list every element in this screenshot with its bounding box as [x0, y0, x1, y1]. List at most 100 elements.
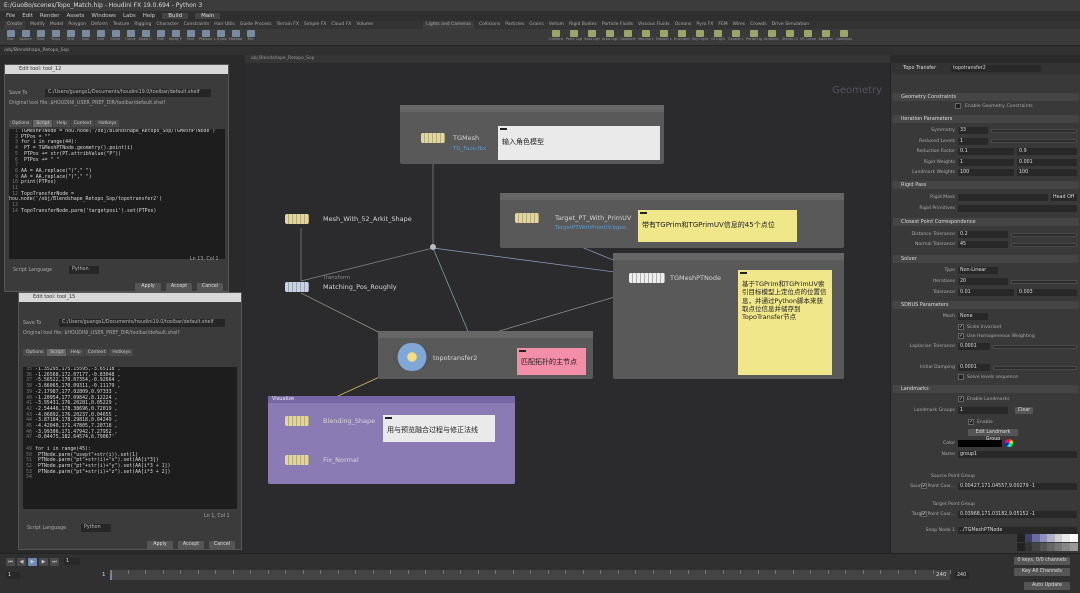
group-enable-checkbox[interactable]: ✓ [968, 419, 974, 425]
scale-invariant-checkbox[interactable]: ✓ [958, 324, 964, 330]
shelf-tool-button[interactable]: Area Light [602, 30, 618, 44]
color-swatch[interactable] [958, 440, 1002, 447]
shelf-tool-button[interactable]: Path [154, 30, 167, 44]
sticky-topo-main[interactable]: 匹配拓扑的主节点 [517, 348, 586, 375]
tolerance-field-1[interactable]: 0.01 [958, 289, 1014, 296]
sticky-preview[interactable]: 用与预览融合过程与修正法线 [383, 415, 495, 442]
shelf-tab[interactable]: Grains [529, 21, 544, 29]
shelf-tool-button[interactable]: Spray Paint [169, 30, 182, 44]
shelf-tool-button[interactable]: Environment Light [674, 30, 690, 44]
tab-script[interactable]: Script [33, 120, 53, 127]
shelf-tool-button[interactable]: Point Light [566, 30, 582, 44]
enable-geo-checkbox[interactable] [955, 103, 961, 109]
tab-options[interactable]: Options [23, 349, 47, 356]
keys-channels-button[interactable]: 0 keys, 0/0 channels [1014, 557, 1070, 565]
shelf-tool-button[interactable]: Grid [64, 30, 77, 44]
menu-render[interactable]: Render [40, 13, 60, 19]
tool-editor-1-lang[interactable]: Python [69, 266, 99, 274]
solver-type-menu[interactable]: Non-Linear [958, 267, 998, 274]
shelf-tab[interactable]: Collisions [479, 21, 500, 29]
shelf-tool-button[interactable]: Metaball [229, 30, 242, 44]
node-tgmesh[interactable] [421, 133, 445, 143]
shelf-tab[interactable]: Volume [356, 21, 373, 29]
node-topotransfer[interactable] [393, 343, 431, 371]
normal-tol-field[interactable]: 45 [958, 241, 1008, 248]
shelf-tool-button[interactable]: File [244, 30, 257, 44]
color-wheel-icon[interactable] [1005, 439, 1013, 447]
name-field[interactable]: group1 [958, 451, 1077, 458]
tool-editor-2-code[interactable]: 35 -1.35295,175.15595,-3.65118 , 36 -1.2656… [23, 367, 237, 509]
shelf-tab[interactable]: Drive Simulation [772, 21, 809, 29]
shelf-tab[interactable]: Rigid Bodies [569, 21, 597, 29]
iter-param-field-2[interactable]: 0.001 [1017, 158, 1077, 166]
mesh-menu[interactable]: None [958, 313, 988, 320]
param-node-name[interactable]: topotransfer2 [951, 65, 1041, 72]
node-matching[interactable] [285, 282, 309, 292]
node-mesh52[interactable] [285, 214, 309, 224]
tab-hotkeys[interactable]: Hotkeys [95, 120, 120, 127]
homogeneous-checkbox[interactable]: ✓ [958, 333, 964, 339]
iterations-field[interactable]: 20 [958, 278, 1008, 285]
tool-editor-1-code[interactable]: 1 TGMeshPTNode = hou.node('/obj/Blendshap… [9, 129, 225, 259]
apply-button[interactable]: Apply [147, 541, 173, 549]
shelf-tab[interactable]: Rigging [134, 21, 151, 29]
section-landmarks[interactable]: Landmarks [893, 385, 1079, 393]
section-closest[interactable]: Closest Point Correspondence [893, 218, 1079, 226]
key-all-channels-button[interactable]: Key All Channels [1014, 568, 1070, 576]
shelf-tool-button[interactable]: Circle [109, 30, 122, 44]
shelf-tool-button[interactable]: Distant Light [656, 30, 672, 44]
shelf-tool-button[interactable]: Null [79, 30, 92, 44]
tab-context[interactable]: Context [70, 120, 95, 127]
shelf-tab[interactable]: Wires [733, 21, 745, 29]
tab-options[interactable]: Options [9, 120, 33, 127]
shelf-tool-button[interactable]: Curve [124, 30, 137, 44]
iter-param-slider[interactable] [991, 128, 1077, 133]
color-palette[interactable] [1017, 534, 1078, 552]
shelf-tool-button[interactable]: GI Light [710, 30, 726, 44]
normal-tol-slider[interactable] [1011, 243, 1077, 247]
tool-editor-2-lang[interactable]: Python [81, 524, 111, 532]
tab-context[interactable]: Context [84, 349, 109, 356]
shelf-tool-button[interactable]: Draw Curve [139, 30, 152, 44]
landmark-groups-field[interactable]: 1 [958, 407, 1008, 414]
shelf-tab[interactable]: Simple FX [304, 21, 326, 29]
network-path[interactable]: obj Blendshape_Retopo_Sop [251, 56, 314, 61]
shelf-tab[interactable]: Model [50, 21, 64, 29]
play-icon[interactable]: ▶ [28, 558, 37, 566]
iter-param-field[interactable]: 1 [958, 137, 988, 145]
tool-editor-window-2[interactable]: Edit tool: tool_15 Save To C:/Users/guan… [18, 292, 242, 550]
shelf-tool-button[interactable]: Camera [548, 30, 564, 44]
accept-button[interactable]: Accept [178, 541, 204, 549]
shelf-tool-button[interactable]: Switcher [818, 30, 834, 44]
sticky-input-model[interactable]: 输入角色模型 [498, 126, 660, 160]
iter-param-field[interactable]: 1 [958, 158, 1014, 166]
shelf-tab[interactable]: Texture [113, 21, 129, 29]
shelf-tool-button[interactable]: Torus [49, 30, 62, 44]
step-forward-icon[interactable]: ▶ [39, 558, 48, 566]
shelf-tab[interactable]: Oceans [675, 21, 692, 29]
palette-swatch[interactable] [1069, 543, 1078, 551]
tool-editor-1-saveto-field[interactable]: C:/Users/guangs1/Documents/houdini19.0/t… [45, 89, 211, 97]
shelf-tool-button[interactable]: Ambient Light [764, 30, 780, 44]
shelf-tab[interactable]: FEM [718, 21, 727, 29]
sticky-pt-info[interactable]: 带有TGPrim和TGPrimUV信息的45个点位 [638, 210, 797, 242]
section-sdbus[interactable]: SDBUS Parameters [893, 301, 1079, 309]
section-iteration[interactable]: Iteration Parameters [893, 115, 1079, 123]
iter-param-field[interactable]: 0.1 [958, 148, 1014, 155]
shelf-tool-button[interactable]: Sky Light [692, 30, 708, 44]
node-target-pt[interactable] [515, 213, 539, 223]
edit-landmark-group-button[interactable]: Edit Landmark Group [968, 429, 1018, 442]
sticky-python-info[interactable]: 基于TGPrim和TGPrimUV索引目标模型上定位点的位置信息，并通过Pyth… [738, 270, 832, 375]
cancel-button[interactable]: Cancel [209, 541, 235, 549]
iter-param-field[interactable]: 100 [958, 169, 1014, 176]
shelf-tool-button[interactable]: VR Camera [800, 30, 816, 44]
section-rigid[interactable]: Rigid Pass [893, 181, 1079, 189]
shelf-tool-button[interactable]: Geometry Light [620, 30, 636, 44]
shelf-tool-button[interactable]: Caustic Light [728, 30, 744, 44]
apply-button[interactable]: Apply [135, 283, 161, 291]
laplacian-slider[interactable] [993, 345, 1077, 349]
shelf-tab[interactable]: Create [4, 21, 25, 29]
palette-swatch[interactable] [1069, 534, 1078, 542]
iter-param-field-2[interactable]: 100 [1017, 169, 1077, 176]
shelf-tool-button[interactable]: Stereo Camera [782, 30, 798, 44]
